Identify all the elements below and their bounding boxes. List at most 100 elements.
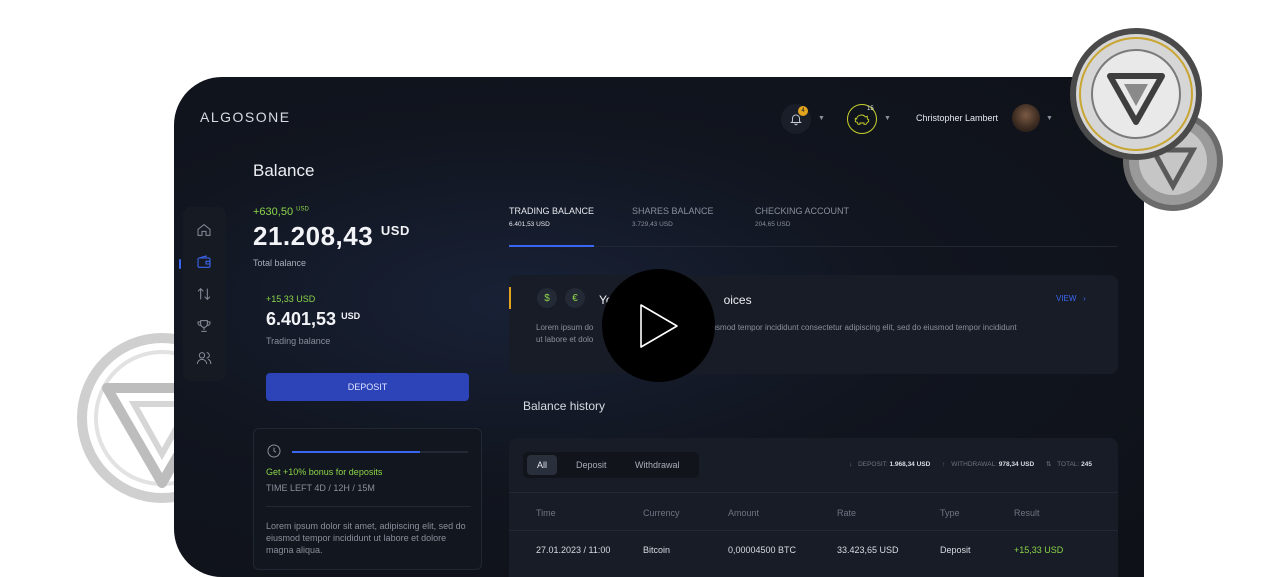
- piggy-bank-icon: [854, 114, 870, 125]
- page-title: Balance: [253, 161, 315, 180]
- coin-icon: [1070, 28, 1202, 160]
- tab-checking-account[interactable]: CHECKING ACCOUNT 204,65 USD: [755, 206, 849, 228]
- sidebar: [179, 207, 226, 381]
- sidebar-item-trophy[interactable]: [195, 317, 213, 335]
- piggy-bank-button[interactable]: 15: [847, 104, 877, 134]
- trophy-icon: [197, 320, 211, 332]
- total-balance-value: 21.208,43: [253, 221, 374, 251]
- column-time[interactable]: Time: [536, 508, 556, 518]
- bonus-description: Lorem ipsum dolor sit amet, adipiscing e…: [266, 521, 466, 555]
- dollar-icon: $: [537, 288, 557, 308]
- cell-rate: 33.423,65 USD: [837, 545, 899, 555]
- tab-shares-balance[interactable]: SHARES BALANCE 3.729,43 USD: [632, 206, 714, 228]
- chevron-down-icon[interactable]: ▼: [1046, 115, 1053, 122]
- active-tab-indicator: [509, 245, 594, 247]
- cell-result: +15,33 USD: [1014, 545, 1064, 555]
- trading-balance-value: 6.401,53: [266, 309, 337, 329]
- view-label: VIEW: [1056, 294, 1077, 303]
- table-row-divider: [509, 530, 1118, 531]
- trading-balance-label: Trading balance: [266, 336, 331, 346]
- notifications-badge: 4: [798, 106, 808, 116]
- filter-withdrawal[interactable]: Withdrawal: [625, 455, 690, 475]
- total-balance-change-unit: USD: [296, 206, 309, 213]
- arrow-down-icon: ↓: [849, 461, 853, 468]
- chevron-down-icon[interactable]: ▼: [818, 115, 825, 122]
- invoice-text-left: Lorem ipsum do: [536, 323, 594, 332]
- tab-value: 3.729,43 USD: [632, 221, 673, 228]
- total-balance-change-value: +630,50: [253, 206, 294, 218]
- cell-amount: 0,00004500 BTC: [728, 545, 797, 555]
- total-balance-unit: USD: [380, 223, 410, 238]
- sidebar-active-indicator: [179, 259, 181, 269]
- view-invoices-link[interactable]: VIEW ›: [1056, 294, 1086, 303]
- bonus-progress-fill: [292, 451, 421, 453]
- notifications-button[interactable]: 4: [781, 104, 811, 134]
- invoice-text-left-2: ut labore et dolo: [536, 335, 594, 344]
- app-logo[interactable]: ALGOSONE: [200, 109, 291, 125]
- tab-label: CHECKING ACCOUNT: [755, 206, 850, 216]
- total-stat-label: TOTAL:: [1057, 461, 1080, 468]
- clock-icon: [267, 444, 281, 458]
- home-icon: [197, 224, 211, 236]
- column-currency[interactable]: Currency: [643, 508, 680, 518]
- tab-value: 6.401,53 USD: [509, 221, 550, 228]
- cell-time: 27.01.2023 / 11:00: [536, 545, 611, 555]
- deposit-stat-value: 1.968,34 USD: [889, 461, 931, 468]
- withdrawal-stat-label: WITHDRAWAL:: [951, 461, 997, 468]
- bonus-title[interactable]: Get +10% bonus for deposits: [266, 467, 382, 477]
- bonus-time-left: TIME LEFT 4D / 12H / 15M: [266, 483, 375, 493]
- tab-value: 204,65 USD: [755, 221, 791, 228]
- filter-deposit[interactable]: Deposit: [566, 455, 617, 475]
- tab-label: SHARES BALANCE: [632, 206, 714, 216]
- sidebar-item-wallet[interactable]: [195, 253, 213, 271]
- invoices-card: $ € Yo oices VIEW › Lorem ipsum do eiusmod…: [509, 275, 1118, 374]
- bonus-divider: [266, 506, 471, 507]
- sidebar-item-home[interactable]: [195, 221, 213, 239]
- deposit-stat-label: DEPOSIT:: [858, 461, 888, 468]
- video-play-button[interactable]: [602, 269, 715, 382]
- invoice-accent-bar: [509, 287, 511, 309]
- total-balance-change: +630,50 USD: [253, 206, 309, 218]
- history-divider: [509, 492, 1118, 493]
- sidebar-item-users[interactable]: [195, 349, 213, 367]
- deposit-button[interactable]: DEPOSIT: [266, 373, 469, 401]
- piggy-bank-count: 15: [867, 106, 874, 112]
- trading-balance: 6.401,53 USD: [266, 309, 360, 330]
- history-card: All Deposit Withdrawal ↓ DEPOSIT: 1.968,…: [509, 438, 1118, 577]
- column-type[interactable]: Type: [940, 508, 960, 518]
- wallet-icon: [197, 255, 211, 268]
- bonus-progress-bar: [292, 451, 468, 453]
- invoice-title-end: oices: [723, 293, 752, 307]
- trading-balance-change: +15,33 USD: [266, 294, 316, 304]
- transfer-icon: [197, 287, 211, 301]
- history-title: Balance history: [523, 399, 606, 413]
- play-icon: [639, 303, 678, 348]
- column-amount[interactable]: Amount: [728, 508, 759, 518]
- tab-label: TRADING BALANCE: [509, 206, 595, 216]
- tab-trading-balance[interactable]: TRADING BALANCE 6.401,53 USD: [509, 206, 594, 228]
- column-rate[interactable]: Rate: [837, 508, 856, 518]
- total-balance-label: Total balance: [253, 258, 307, 268]
- history-filters: All Deposit Withdrawal: [523, 452, 699, 478]
- avatar[interactable]: [1012, 104, 1040, 132]
- filter-all[interactable]: All: [527, 455, 558, 475]
- chevron-right-icon: ›: [1078, 294, 1086, 303]
- history-stats: ↓ DEPOSIT: 1.968,34 USD ↑ WITHDRAWAL: 97…: [839, 460, 1092, 468]
- euro-icon: €: [565, 288, 585, 308]
- arrows-icon: ⇅: [1046, 461, 1052, 468]
- bonus-card: Get +10% bonus for deposits TIME LEFT 4D…: [253, 428, 482, 570]
- arrow-up-icon: ↑: [942, 461, 946, 468]
- user-name[interactable]: Christopher Lambert: [916, 113, 998, 123]
- cell-currency: Bitcoin: [643, 545, 671, 555]
- column-result[interactable]: Result: [1014, 508, 1040, 518]
- users-icon: [196, 352, 212, 365]
- sidebar-item-transfers[interactable]: [195, 285, 213, 303]
- invoice-text-right: eiusmod tempor incididunt consectetur ad…: [705, 323, 1017, 332]
- tabs-divider: [509, 246, 1117, 247]
- trading-balance-unit: USD: [341, 311, 361, 321]
- cell-type: Deposit: [940, 545, 971, 555]
- total-stat-value: 245: [1081, 461, 1092, 468]
- total-balance: 21.208,43 USD: [253, 221, 410, 252]
- withdrawal-stat-value: 978,34 USD: [998, 461, 1035, 468]
- chevron-down-icon[interactable]: ▼: [884, 115, 891, 122]
